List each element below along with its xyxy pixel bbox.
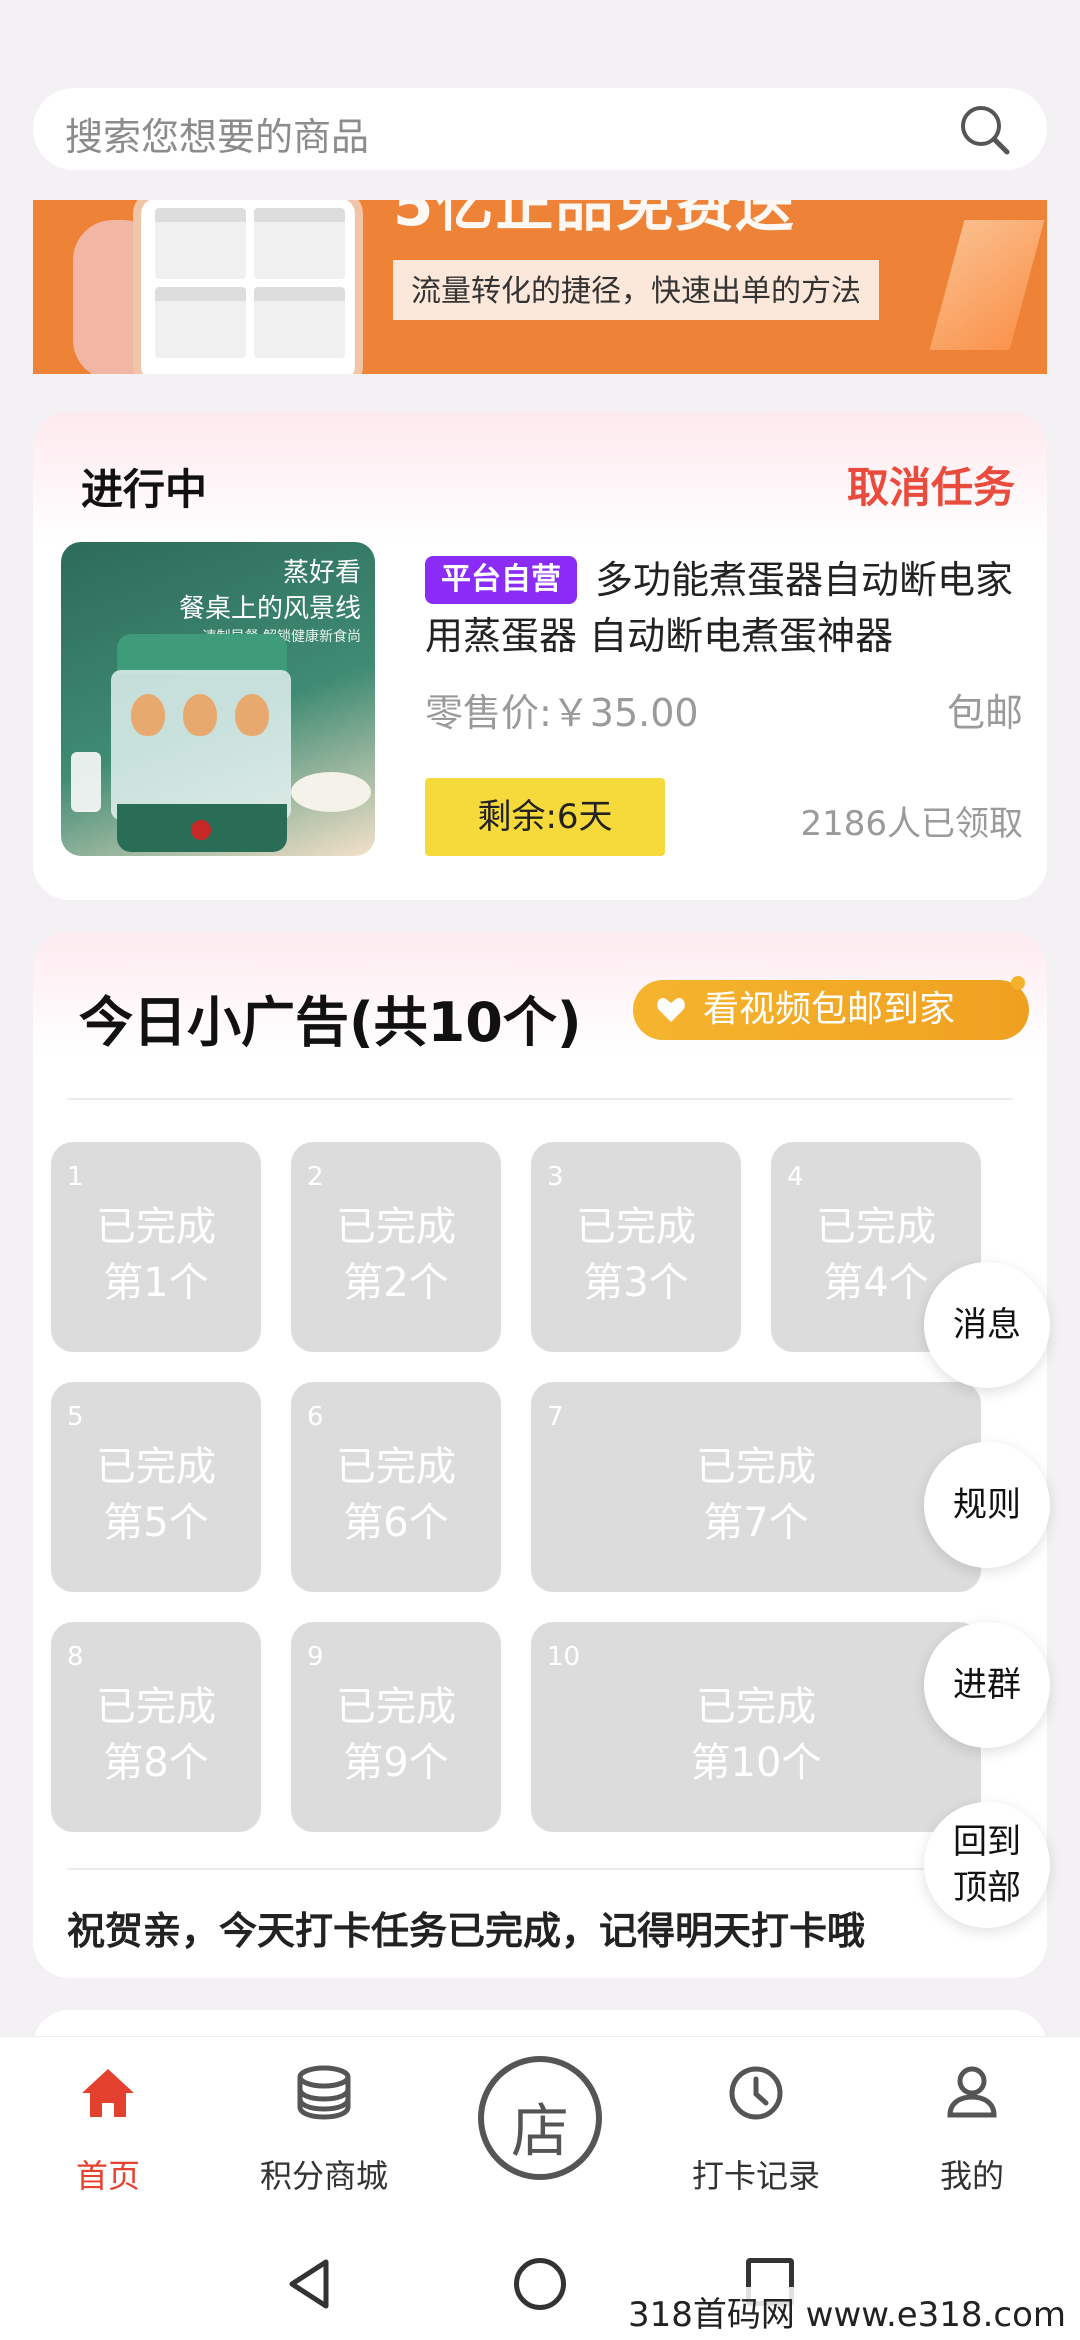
heart-icon — [657, 998, 685, 1022]
divider — [67, 1868, 1013, 1870]
claimed-count: 2186人已领取 — [800, 804, 1023, 844]
message-button[interactable]: 消息 — [924, 1262, 1050, 1388]
banner-subline: 流量转化的捷径，快速出单的方法 — [393, 260, 879, 320]
watch-video-button[interactable]: 看视频包邮到家 — [633, 976, 1029, 1040]
ad-tile-5[interactable]: 5 已完成 第5个 — [51, 1382, 261, 1592]
cancel-task-button[interactable]: 取消任务 — [847, 454, 1015, 515]
product-caption-2: 餐桌上的风景线 — [178, 594, 361, 624]
congrats-message: 祝贺亲，今天打卡任务已完成，记得明天打卡哦 — [67, 1909, 866, 1953]
product-price: 零售价:￥35.00 — [425, 691, 699, 735]
tab-checkin-records[interactable]: 打卡记录 — [656, 2037, 856, 2227]
banner-phone-graphic — [133, 200, 363, 374]
home-icon — [82, 2069, 134, 2117]
nav-home-icon[interactable] — [514, 2258, 566, 2310]
ad-tile-3[interactable]: 3 已完成 第3个 — [531, 1142, 741, 1352]
nav-back-icon[interactable] — [282, 2256, 338, 2312]
ad-tile-2[interactable]: 2 已完成 第2个 — [291, 1142, 501, 1352]
banner-headline: 5亿正品免费送 — [393, 200, 796, 239]
ad-tile-9[interactable]: 9 已完成 第9个 — [291, 1622, 501, 1832]
tab-points-mall[interactable]: 积分商城 — [224, 2037, 424, 2227]
shop-center-button[interactable]: 店 — [478, 2056, 602, 2180]
shipping-label: 包邮 — [946, 691, 1023, 735]
clock-icon — [729, 2066, 783, 2120]
status-bar — [0, 0, 1080, 40]
user-icon — [947, 2066, 997, 2118]
shop-glyph: 店 — [510, 2097, 569, 2165]
ad-tile-6[interactable]: 6 已完成 第6个 — [291, 1382, 501, 1592]
ads-title: 今日小广告(共10个) — [79, 991, 582, 1054]
watch-video-label: 看视频包邮到家 — [703, 989, 956, 1030]
product-caption-1: 蒸好看 — [282, 558, 361, 588]
product-image[interactable]: 蒸好看 餐桌上的风景线 速制早餐 解锁健康新食尚 — [61, 542, 375, 856]
rules-button[interactable]: 规则 — [924, 1442, 1050, 1568]
task-status: 进行中 — [81, 465, 208, 514]
search-placeholder: 搜索您想要的商品 — [65, 115, 370, 159]
tab-mine[interactable]: 我的 — [872, 2037, 1072, 2227]
ad-tile-7[interactable]: 7 已完成 第7个 — [531, 1382, 981, 1592]
search-icon[interactable] — [957, 102, 1013, 158]
search-bar[interactable]: 搜索您想要的商品 — [33, 88, 1047, 170]
task-card: 进行中 取消任务 蒸好看 餐桌上的风景线 速制早餐 解锁健康新食尚 多功能煮蛋器… — [33, 412, 1047, 900]
remaining-days-badge: 剩余:6天 — [425, 778, 665, 856]
ads-card: 今日小广告(共10个) 看视频包邮到家 1 已完成 第1个 2 已完成 第2个 … — [33, 932, 1047, 1978]
join-group-button[interactable]: 进群 — [924, 1622, 1050, 1748]
ad-tile-10[interactable]: 10 已完成 第10个 — [531, 1622, 981, 1832]
system-nav-bar: 318首码网 www.e318.com — [0, 2226, 1080, 2340]
divider — [67, 1098, 1013, 1100]
platform-badge: 平台自营 — [425, 556, 577, 604]
watermark: 318首码网 www.e318.com — [621, 2287, 1072, 2336]
back-to-top-button[interactable]: 回到顶部 — [924, 1802, 1050, 1928]
ad-tile-1[interactable]: 1 已完成 第1个 — [51, 1142, 261, 1352]
promo-banner[interactable]: 5亿正品免费送 流量转化的捷径，快速出单的方法 — [33, 200, 1047, 374]
tab-home[interactable]: 首页 — [8, 2037, 208, 2227]
coins-icon — [297, 2065, 351, 2120]
banner-bolt-graphic — [929, 220, 1045, 350]
ad-tile-8[interactable]: 8 已完成 第8个 — [51, 1622, 261, 1832]
